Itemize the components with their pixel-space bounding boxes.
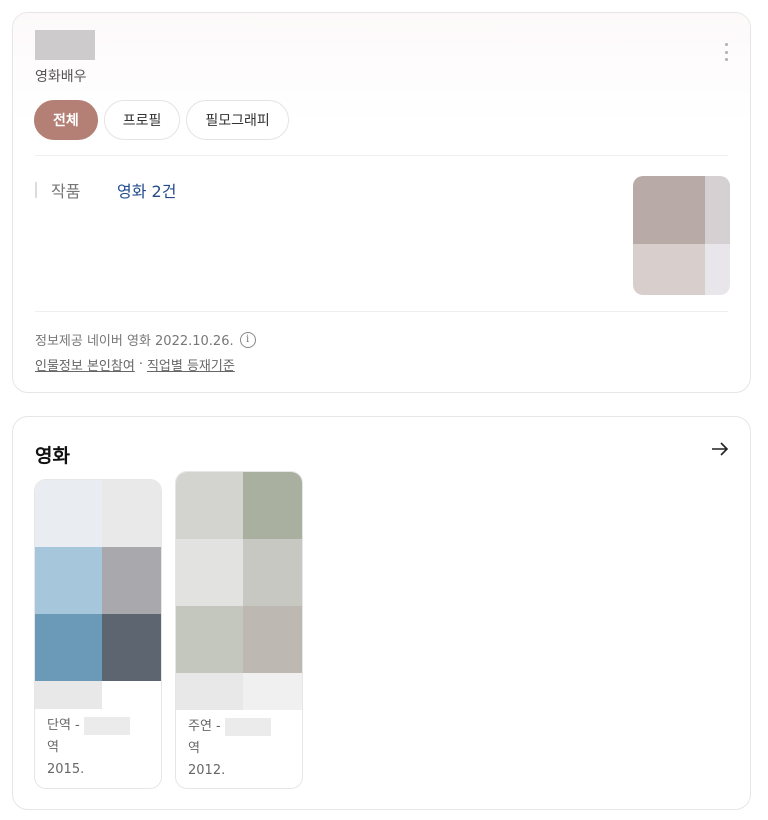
tab-profile[interactable]: 프로필	[103, 100, 181, 140]
poster-tile	[35, 614, 102, 681]
arrow-right-icon[interactable]	[710, 439, 730, 459]
movie-role-suffix: 역	[188, 741, 200, 756]
movie-meta: 단역 - 역 2015.	[35, 709, 161, 781]
link-separator: ·	[138, 357, 143, 372]
person-occupation: 영화배우	[35, 69, 87, 85]
movie-role: 단역 -	[47, 718, 80, 733]
link-self-participation[interactable]: 인물정보 본인참여	[35, 355, 135, 374]
movie-role: 주연 -	[188, 719, 221, 734]
profile-photo[interactable]	[633, 176, 730, 295]
movie-role-suffix: 역	[47, 740, 59, 755]
tab-all[interactable]: 전체	[34, 100, 98, 140]
tab-filmography[interactable]: 필모그래피	[186, 100, 289, 140]
movie-card[interactable]: 주연 - 역 2012.	[175, 471, 303, 789]
poster-tile	[176, 472, 243, 539]
movies-title: 영화	[35, 445, 70, 467]
works-row: 작품 영화 2건	[35, 178, 176, 202]
more-options-icon[interactable]	[722, 43, 730, 61]
info-icon[interactable]: i	[239, 331, 256, 348]
poster-tile	[176, 673, 243, 710]
role-name-redacted	[83, 717, 130, 735]
works-bar	[35, 182, 37, 198]
profile-tabs: 전체 프로필 필모그래피	[34, 100, 289, 140]
poster-tile	[35, 547, 102, 614]
poster-tile	[243, 539, 302, 606]
poster-tile	[35, 480, 102, 547]
movie-card[interactable]: 단역 - 역 2015.	[34, 479, 162, 789]
source-info: 정보제공 네이버 영화 2022.10.26. i	[35, 330, 256, 349]
profile-card: 영화배우 전체 프로필 필모그래피 작품 영화 2건 정보제공 네이버 영화 2…	[12, 12, 751, 393]
poster-tile	[176, 539, 243, 606]
poster-tile	[176, 606, 243, 673]
movie-meta: 주연 - 역 2012.	[176, 710, 302, 782]
footer-links: 인물정보 본인참여 · 직업별 등재기준	[35, 355, 235, 374]
poster-tile	[243, 673, 302, 710]
divider	[35, 155, 728, 156]
source-text: 정보제공 네이버 영화 2022.10.26.	[35, 334, 234, 349]
poster-tile	[102, 614, 161, 681]
poster-tile	[243, 606, 302, 673]
movie-poster	[35, 480, 161, 709]
movie-poster	[176, 472, 302, 710]
movie-year: 2015.	[47, 762, 85, 777]
poster-tile	[35, 681, 102, 709]
role-name-redacted	[224, 718, 271, 736]
person-name-redacted	[35, 30, 95, 60]
poster-tile	[243, 472, 302, 539]
movies-card: 영화 단역 - 역 2015. 주연 - 역 2012.	[12, 416, 751, 810]
movie-year: 2012.	[188, 763, 226, 778]
link-listing-criteria[interactable]: 직업별 등재기준	[147, 355, 235, 374]
poster-tile	[102, 681, 161, 709]
works-link[interactable]: 영화 2건	[117, 178, 176, 202]
divider	[35, 311, 728, 312]
works-label: 작품	[51, 182, 81, 201]
poster-tile	[102, 547, 161, 614]
poster-tile	[102, 480, 161, 547]
